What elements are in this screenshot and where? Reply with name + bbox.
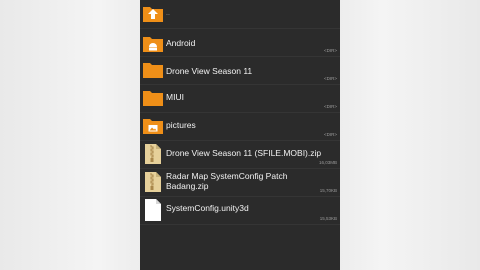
file-icon bbox=[145, 199, 161, 221]
zip-file-icon bbox=[145, 172, 161, 192]
list-item-miui[interactable]: MIUI <DIR> bbox=[140, 84, 340, 113]
folder-icon bbox=[143, 63, 163, 78]
list-item-pictures[interactable]: pictures <DIR> bbox=[140, 112, 340, 141]
image-folder-icon bbox=[143, 119, 163, 134]
parent-directory-row[interactable]: .. bbox=[140, 0, 340, 29]
folder-up-icon bbox=[143, 7, 163, 22]
item-meta: <DIR> bbox=[323, 76, 337, 81]
item-name: SystemConfig.unity3d bbox=[166, 203, 249, 213]
item-name-line-1: Radar Map SystemConfig Patch bbox=[166, 171, 288, 181]
item-meta: 15,53KB bbox=[319, 216, 337, 221]
item-name: pictures bbox=[166, 120, 196, 130]
right-blur-border bbox=[340, 0, 480, 270]
zip-file-icon bbox=[145, 144, 161, 164]
folder-icon bbox=[143, 91, 163, 106]
item-meta: 16,03MB bbox=[318, 160, 337, 165]
item-name: Drone View Season 11 bbox=[166, 66, 253, 76]
item-name: Android bbox=[166, 38, 196, 48]
list-item-radar-map-zip[interactable]: Radar Map SystemConfig Patch Badang.zip … bbox=[140, 168, 340, 197]
parent-directory-label: .. bbox=[166, 10, 170, 17]
list-item-drone-view-zip[interactable]: Drone View Season 11 (SFILE.MOBI).zip 16… bbox=[140, 140, 340, 169]
item-meta: <DIR> bbox=[323, 104, 337, 109]
android-folder-icon bbox=[143, 37, 163, 52]
item-name: Drone View Season 11 (SFILE.MOBI).zip bbox=[166, 148, 322, 158]
item-meta: 15,70KB bbox=[319, 188, 337, 193]
file-manager-list: .. Android <DIR> Drone View Season 11 <D… bbox=[140, 0, 340, 270]
item-name: MIUI bbox=[166, 92, 184, 102]
list-item-drone-view-folder[interactable]: Drone View Season 11 <DIR> bbox=[140, 56, 340, 85]
item-name-line-2: Badang.zip bbox=[166, 181, 209, 191]
list-item-android[interactable]: Android <DIR> bbox=[140, 28, 340, 57]
left-blur-border bbox=[0, 0, 140, 270]
item-meta: <DIR> bbox=[323, 132, 337, 137]
item-meta: <DIR> bbox=[323, 48, 337, 53]
list-item-systemconfig[interactable]: SystemConfig.unity3d 15,53KB bbox=[140, 196, 340, 225]
